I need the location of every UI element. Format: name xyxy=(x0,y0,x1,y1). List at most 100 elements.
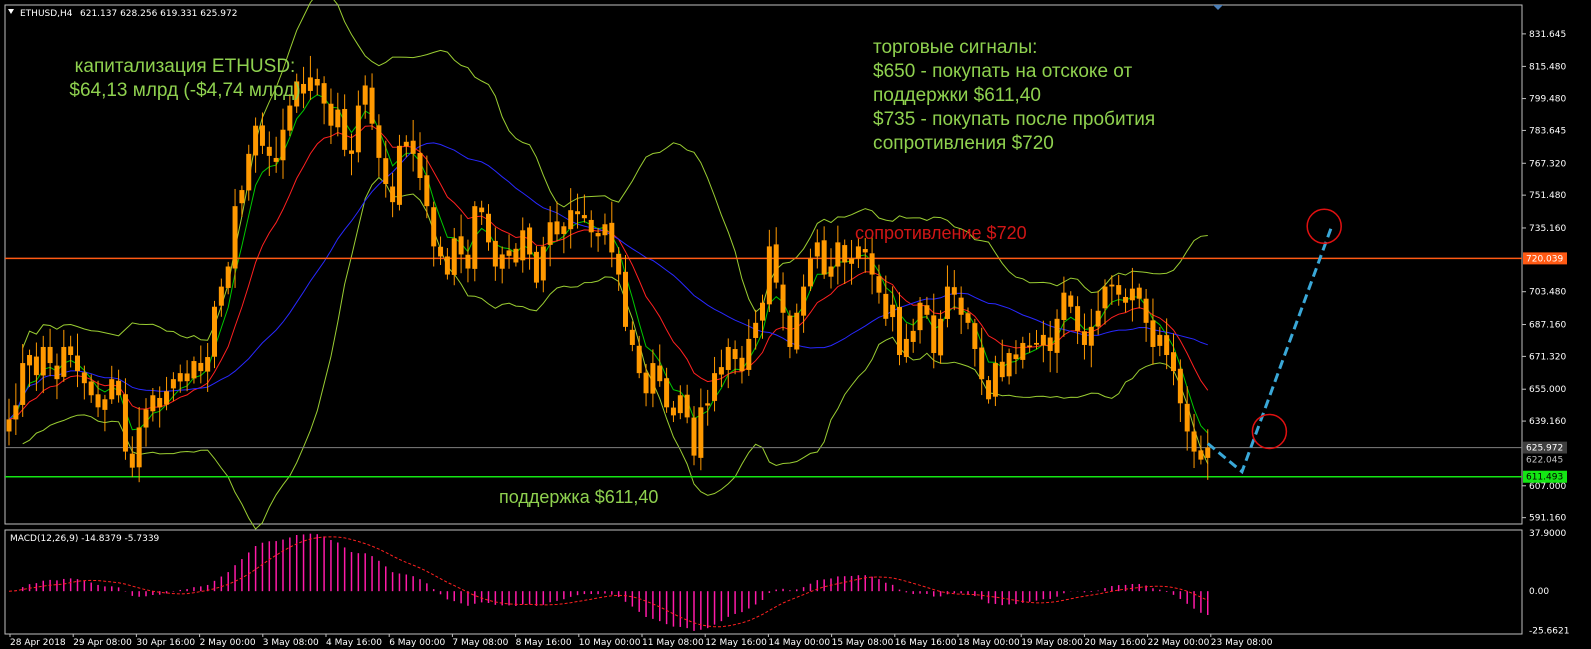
candle-body xyxy=(821,240,827,275)
candle-body xyxy=(444,256,450,275)
candle-body xyxy=(766,246,772,305)
candle-body xyxy=(650,363,656,394)
y-tick-label: 591.160 xyxy=(1529,514,1566,524)
candle-body xyxy=(520,230,526,261)
candle-body xyxy=(287,105,293,131)
candle-body xyxy=(191,361,197,379)
candle-body xyxy=(198,362,204,372)
candle-body xyxy=(807,258,813,287)
price-tag-label: 611.493 xyxy=(1526,473,1563,483)
candle-body xyxy=(554,221,560,235)
candle-body xyxy=(164,391,170,405)
candle-body xyxy=(657,365,663,382)
candle-body xyxy=(492,240,498,267)
candle-body xyxy=(890,304,896,318)
candle-body xyxy=(533,251,539,283)
x-tick-label: 12 May 16:00 xyxy=(705,638,767,648)
candle-body xyxy=(1157,334,1163,346)
y-tick-label: 607.000 xyxy=(1529,482,1566,492)
candle-body xyxy=(1205,447,1211,458)
signal-line: поддержки $611,40 xyxy=(873,85,1041,106)
candle-body xyxy=(1075,306,1081,331)
candle-body xyxy=(773,244,779,283)
signal-line: сопротивления $720 xyxy=(873,133,1054,154)
x-tick-label: 11 May 08:00 xyxy=(642,638,704,648)
candle-body xyxy=(438,246,444,257)
signal-line: $650 - покупать на отскоке от xyxy=(873,61,1133,82)
candle-body xyxy=(212,306,217,357)
candle-body xyxy=(239,190,245,204)
candle-body xyxy=(150,395,156,412)
candle-body xyxy=(636,345,642,374)
candle-body xyxy=(1116,285,1122,295)
candle-body xyxy=(68,346,74,356)
x-tick-label: 8 May 16:00 xyxy=(516,638,572,648)
candle-body xyxy=(1143,298,1149,323)
macd-label: MACD(12,26,9) -14.8379 -5.7339 xyxy=(10,534,160,544)
candle-body xyxy=(691,417,697,456)
candle-body xyxy=(75,355,80,372)
x-tick-label: 29 Apr 08:00 xyxy=(73,638,132,648)
candle-body xyxy=(342,108,348,150)
candle-body xyxy=(376,125,382,158)
signal-line: $735 - покупать после пробития xyxy=(873,109,1156,130)
candle-body xyxy=(246,153,252,191)
x-tick-label: 4 May 16:00 xyxy=(326,638,382,648)
capitalization-annotation: капитализация ETHUSD: $64,13 млрд (-$4,7… xyxy=(40,55,330,103)
candle-body xyxy=(1109,284,1115,287)
candle-body xyxy=(1081,331,1087,345)
candle-body xyxy=(335,109,341,128)
candle-body xyxy=(266,146,272,156)
candle-body xyxy=(1184,403,1190,432)
candle-body xyxy=(588,219,594,233)
candle-body xyxy=(424,175,430,207)
target-circle xyxy=(1306,208,1342,245)
projection-path xyxy=(1206,227,1333,475)
candle-body xyxy=(410,140,416,154)
candle-body xyxy=(855,246,861,259)
candle-body xyxy=(780,284,786,313)
candle-body xyxy=(986,380,992,400)
candle-body xyxy=(136,427,142,468)
candle-body xyxy=(486,213,491,243)
candle-body xyxy=(417,152,423,178)
candle-body xyxy=(1095,310,1101,327)
candle-body xyxy=(116,380,122,396)
candle-body xyxy=(705,403,711,406)
x-tick-label: 10 May 00:00 xyxy=(579,638,641,648)
candle-body xyxy=(170,379,176,389)
y-tick-label: 639.160 xyxy=(1529,417,1566,427)
y-tick-label: 831.645 xyxy=(1529,30,1566,40)
candle-body xyxy=(1013,354,1019,360)
candle-body xyxy=(1164,335,1170,356)
candle-body xyxy=(328,103,334,126)
candle-body xyxy=(629,329,635,345)
candle-body xyxy=(40,346,46,376)
candle-body xyxy=(746,338,752,370)
candle-body xyxy=(1040,334,1046,346)
y-tick-label: 655.000 xyxy=(1529,385,1566,395)
candle-body xyxy=(787,315,793,347)
candle-body xyxy=(944,286,950,319)
shift-marker-icon[interactable] xyxy=(1213,5,1223,10)
x-tick-label: 3 May 08:00 xyxy=(263,638,319,648)
x-tick-label: 30 Apr 16:00 xyxy=(136,638,195,648)
y-tick-label: 799.480 xyxy=(1529,95,1566,105)
candle-body xyxy=(595,232,601,237)
candle-body xyxy=(951,287,957,295)
candle-body xyxy=(725,346,731,370)
candle-body xyxy=(1198,450,1204,460)
dropdown-arrow-icon[interactable] xyxy=(8,9,14,14)
candle-body xyxy=(1020,342,1026,360)
candle-body xyxy=(1150,320,1156,347)
candle-body xyxy=(506,250,512,256)
x-tick-label: 23 May 08:00 xyxy=(1211,638,1273,648)
candle-body xyxy=(862,249,868,253)
macd-tick-label: 37.9000 xyxy=(1529,529,1566,539)
candle-body xyxy=(677,395,683,414)
candle-body xyxy=(917,302,923,331)
candle-body xyxy=(1102,286,1108,309)
candle-body xyxy=(1177,368,1183,404)
candle-body xyxy=(349,150,354,154)
x-tick-label: 16 May 16:00 xyxy=(895,638,957,648)
